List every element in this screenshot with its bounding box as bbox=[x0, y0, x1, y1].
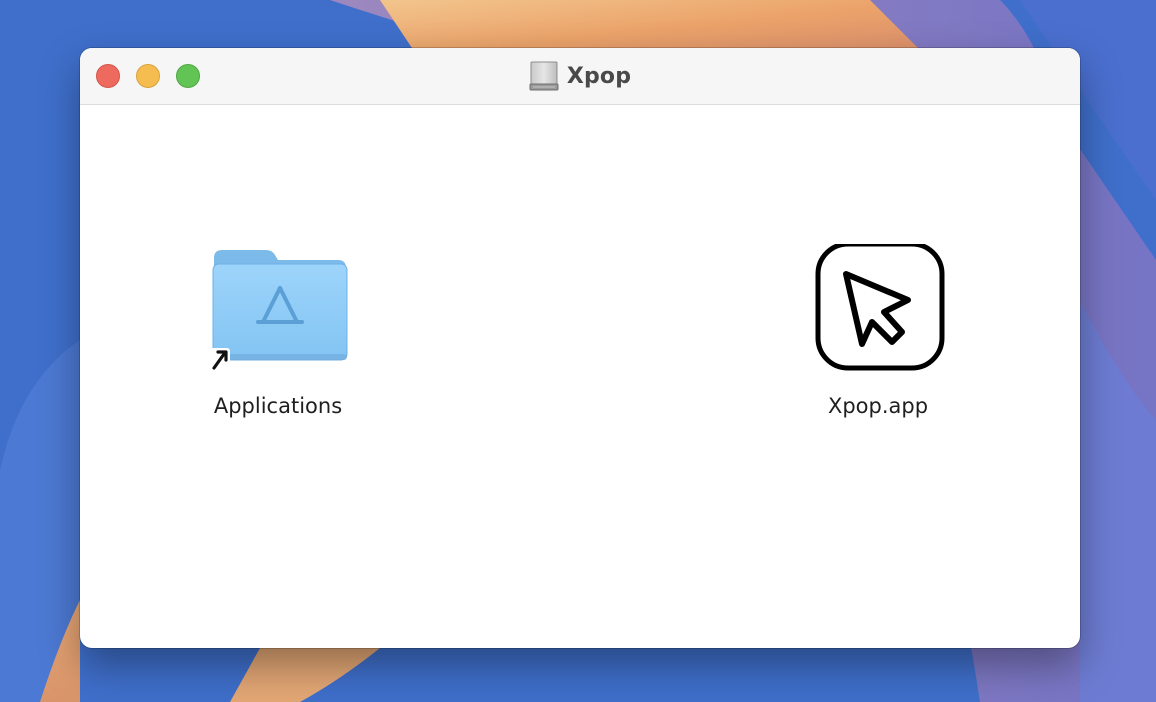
title-bar[interactable]: Xpop bbox=[80, 48, 1080, 105]
xpop-app[interactable]: Xpop.app bbox=[768, 241, 988, 418]
xpop-icon-box bbox=[768, 241, 988, 380]
external-disk-icon bbox=[529, 61, 559, 91]
finder-window: Xpop Applications Xpop.app bbox=[80, 48, 1080, 648]
title-group: Xpop bbox=[80, 48, 1080, 104]
window-title: Xpop bbox=[566, 63, 632, 89]
applications-icon-box bbox=[168, 244, 388, 380]
applications-folder-alias-icon bbox=[210, 250, 348, 370]
xpop-label: Xpop.app bbox=[827, 394, 929, 418]
xpop-app-cursor-icon bbox=[815, 241, 945, 371]
alias-arrow-icon bbox=[210, 348, 230, 370]
desktop: Xpop Applications Xpop.app bbox=[0, 0, 1156, 702]
applications-alias[interactable]: Applications bbox=[168, 244, 388, 418]
applications-label: Applications bbox=[213, 394, 343, 418]
